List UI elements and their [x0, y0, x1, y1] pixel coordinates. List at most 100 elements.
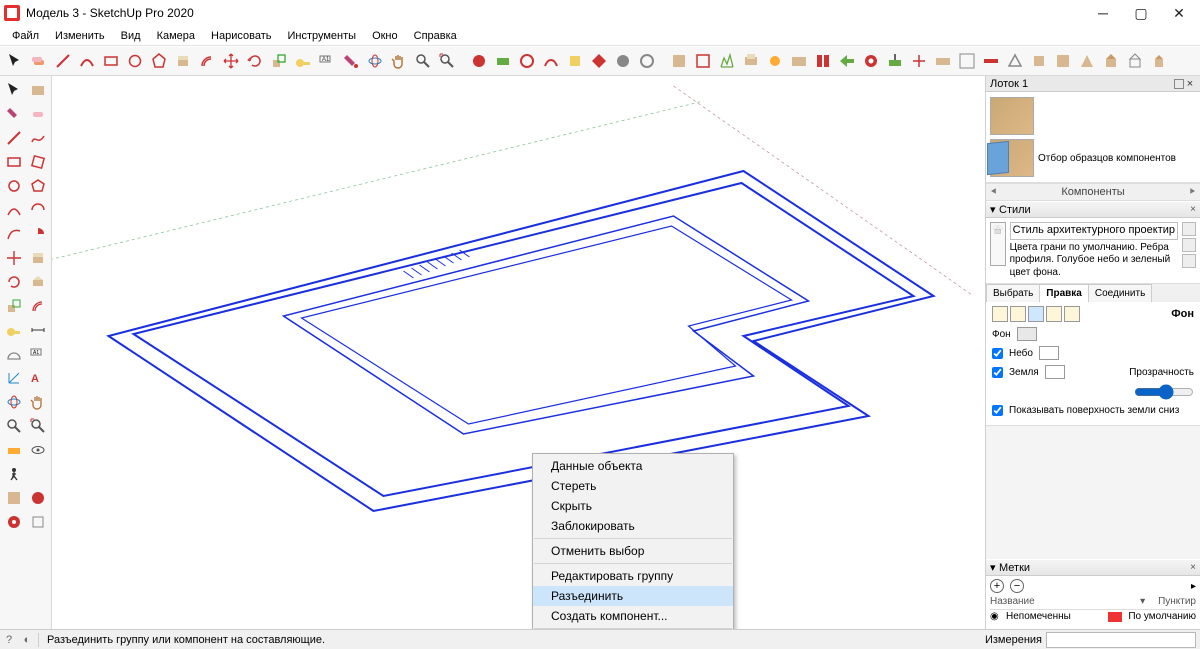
menu-help[interactable]: Справка — [406, 28, 465, 44]
ground-color-swatch[interactable] — [1045, 365, 1065, 379]
mark-color-swatch[interactable] — [1108, 612, 1122, 622]
collapse-icon[interactable]: ▾ — [990, 561, 999, 574]
marks-menu-icon[interactable]: ▸ — [1191, 581, 1196, 592]
sky-color-swatch[interactable] — [1039, 346, 1059, 360]
pushpull-icon[interactable] — [27, 247, 49, 269]
tape-icon[interactable] — [3, 319, 25, 341]
toolbar-icon[interactable] — [1004, 50, 1026, 72]
paint-icon[interactable] — [3, 103, 25, 125]
toolbar-icon[interactable] — [612, 50, 634, 72]
followme-icon[interactable] — [27, 271, 49, 293]
watermark-icon[interactable] — [1046, 306, 1062, 322]
tab-mix[interactable]: Соединить — [1088, 284, 1152, 302]
rect-icon[interactable] — [3, 151, 25, 173]
ctx-deselect[interactable]: Отменить выбор — [533, 541, 733, 561]
toolbar-icon[interactable] — [884, 50, 906, 72]
misc-icon[interactable] — [3, 487, 25, 509]
toolbar-icon[interactable] — [1148, 50, 1170, 72]
ground-checkbox[interactable] — [992, 367, 1003, 378]
arc3-icon[interactable] — [3, 223, 25, 245]
tray-title[interactable]: Лоток 1 × — [986, 76, 1200, 92]
mark-row[interactable]: ◉ Непомеченны По умолчанию — [990, 610, 1196, 623]
ctx-lock[interactable]: Заблокировать — [533, 516, 733, 536]
toolbar-icon[interactable] — [636, 50, 658, 72]
ctx-explode[interactable]: Разъединить — [533, 586, 733, 606]
minimize-button[interactable]: ─ — [1084, 0, 1122, 26]
toolbar-icon[interactable] — [516, 50, 538, 72]
component-icon[interactable] — [27, 79, 49, 101]
marks-close-icon[interactable]: × — [1190, 562, 1196, 573]
col-dash[interactable]: Пунктир — [1158, 596, 1196, 607]
ground-below-checkbox[interactable] — [992, 405, 1003, 416]
edge-settings-icon[interactable] — [992, 306, 1008, 322]
orbit-tool-button[interactable] — [364, 50, 386, 72]
misc-icon[interactable] — [27, 463, 49, 485]
move-tool-button[interactable] — [220, 50, 242, 72]
freehand-icon[interactable] — [27, 127, 49, 149]
components-footer[interactable]: ⯇ Компоненты ⯈ — [986, 183, 1200, 201]
misc-icon[interactable] — [3, 511, 25, 533]
axes-icon[interactable] — [3, 367, 25, 389]
tray-pin-icon[interactable] — [1174, 79, 1184, 89]
dim-icon[interactable] — [27, 319, 49, 341]
scale-tool-button[interactable] — [268, 50, 290, 72]
styles-header[interactable]: ▾ Стили × — [986, 201, 1200, 218]
menu-draw[interactable]: Нарисовать — [203, 28, 279, 44]
modeling-icon[interactable] — [1064, 306, 1080, 322]
col-name[interactable]: Название — [990, 596, 1136, 607]
rotate-icon[interactable] — [3, 271, 25, 293]
component-item[interactable] — [990, 95, 1196, 137]
move-icon[interactable] — [3, 247, 25, 269]
menu-edit[interactable]: Изменить — [47, 28, 113, 44]
protractor-icon[interactable] — [3, 343, 25, 365]
zoom-ext-icon[interactable] — [27, 415, 49, 437]
tape-tool-button[interactable] — [292, 50, 314, 72]
toolbar-icon[interactable] — [836, 50, 858, 72]
toolbar-icon[interactable] — [492, 50, 514, 72]
arc-tool-button[interactable] — [76, 50, 98, 72]
line-tool-button[interactable] — [52, 50, 74, 72]
eraser-tool-button[interactable] — [28, 50, 50, 72]
toolbar-icon[interactable] — [932, 50, 954, 72]
toolbar-icon[interactable] — [1076, 50, 1098, 72]
marks-header[interactable]: ▾ Метки × — [986, 559, 1200, 576]
prev-icon[interactable]: ⯇ — [990, 187, 998, 198]
toolbar-icon[interactable] — [764, 50, 786, 72]
paint-tool-button[interactable] — [340, 50, 362, 72]
toolbar-icon[interactable] — [588, 50, 610, 72]
collapse-icon[interactable]: ▾ — [990, 203, 999, 216]
toolbar-icon[interactable] — [860, 50, 882, 72]
toolbar-icon[interactable] — [812, 50, 834, 72]
close-button[interactable]: ✕ — [1160, 0, 1198, 26]
offset-tool-button[interactable] — [196, 50, 218, 72]
style-new-icon[interactable] — [1182, 238, 1196, 252]
zoom-tool-button[interactable] — [412, 50, 434, 72]
text-icon[interactable]: A1 — [27, 343, 49, 365]
arc2-icon[interactable] — [27, 199, 49, 221]
bg-color-swatch[interactable] — [1017, 327, 1037, 341]
misc-icon[interactable] — [27, 487, 49, 509]
zoom-icon[interactable] — [3, 415, 25, 437]
scale-icon[interactable] — [3, 295, 25, 317]
misc-icon[interactable] — [27, 511, 49, 533]
toolbar-icon[interactable] — [468, 50, 490, 72]
menu-tools[interactable]: Инструменты — [279, 28, 364, 44]
zoom-extents-button[interactable] — [436, 50, 458, 72]
toolbar-icon[interactable] — [1124, 50, 1146, 72]
face-settings-icon[interactable] — [1010, 306, 1026, 322]
select-icon[interactable] — [3, 79, 25, 101]
toolbar-icon[interactable] — [788, 50, 810, 72]
offset-icon[interactable] — [27, 295, 49, 317]
toolbar-icon[interactable] — [1028, 50, 1050, 72]
ctx-erase[interactable]: Стереть — [533, 476, 733, 496]
toolbar-icon[interactable] — [1100, 50, 1122, 72]
maximize-button[interactable]: ▢ — [1122, 0, 1160, 26]
toolbar-icon[interactable] — [668, 50, 690, 72]
toolbar-icon[interactable] — [540, 50, 562, 72]
eye-icon[interactable] — [27, 439, 49, 461]
pan-tool-button[interactable] — [388, 50, 410, 72]
toolbar-icon[interactable] — [692, 50, 714, 72]
menu-camera[interactable]: Камера — [149, 28, 203, 44]
toolbar-icon[interactable] — [956, 50, 978, 72]
pie-icon[interactable] — [27, 223, 49, 245]
